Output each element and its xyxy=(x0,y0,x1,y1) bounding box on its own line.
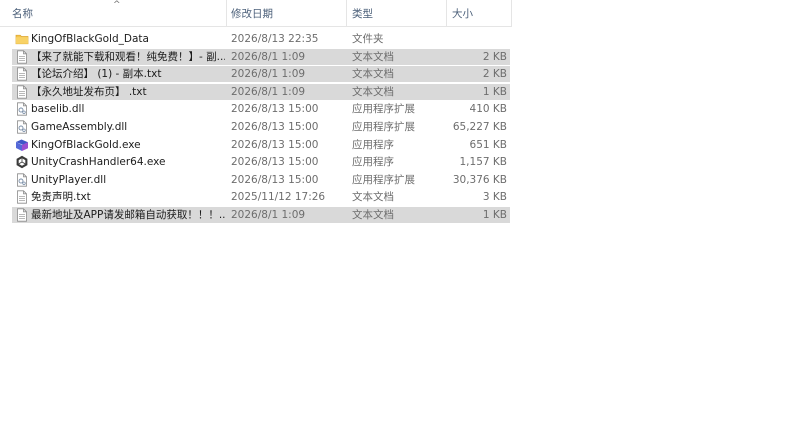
file-size: 3 KB xyxy=(482,191,507,204)
column-divider[interactable] xyxy=(226,0,227,26)
file-type: 应用程序扩展 xyxy=(352,121,415,133)
dll-file-icon xyxy=(15,173,29,187)
file-modified-date: 2026/8/1 1:09 xyxy=(231,209,306,221)
file-type: 文本文档 xyxy=(352,85,394,98)
file-row[interactable]: KingOfBlackGold_Data 2026/8/13 22:35 文件夹 xyxy=(12,31,510,47)
column-header-size[interactable]: 大小 xyxy=(452,0,510,26)
file-row[interactable]: UnityPlayer.dll 2026/8/13 15:00 应用程序扩展 30,3… xyxy=(12,172,510,188)
file-type: 文本文档 xyxy=(352,191,394,204)
dll-file-icon xyxy=(15,102,29,116)
file-size: 410 KB xyxy=(469,103,507,116)
text-file-icon xyxy=(15,190,29,204)
column-header-date[interactable]: 修改日期 xyxy=(231,0,346,26)
column-divider[interactable] xyxy=(511,0,512,26)
dll-file-icon xyxy=(15,120,29,134)
file-size: 1,157 KB xyxy=(459,156,508,169)
file-row[interactable]: 最新地址及APP请发邮箱自动获取！！！... 2026/8/1 1:09 文本文档 1… xyxy=(12,207,510,223)
file-size: 30,376 KB xyxy=(452,173,507,186)
file-name: 【来了就能下载和观看！纯免费！】- 副... xyxy=(31,50,225,63)
file-row[interactable]: baselib.dll 2026/8/13 15:00 应用程序扩展 410 KB xyxy=(12,101,510,117)
file-name: baselib.dll xyxy=(31,103,85,116)
text-file-icon xyxy=(15,208,29,222)
text-file-icon xyxy=(15,67,29,81)
file-type: 文本文档 xyxy=(352,209,394,221)
file-size: 2 KB xyxy=(482,50,507,63)
file-row[interactable]: 免责声明.txt 2025/11/12 17:26 文本文档 3 KB xyxy=(12,189,510,205)
column-header-type[interactable]: 类型 xyxy=(352,0,446,26)
file-type: 文件夹 xyxy=(352,33,384,45)
file-row[interactable]: KingOfBlackGold.exe 2026/8/13 15:00 应用程序 65… xyxy=(12,137,510,153)
file-name: UnityCrashHandler64.exe xyxy=(31,156,166,169)
unity-exe-icon xyxy=(15,155,29,169)
file-name: 免责声明.txt xyxy=(31,191,91,204)
file-name: 最新地址及APP请发邮箱自动获取！！！... xyxy=(31,209,225,221)
file-row[interactable]: UnityCrashHandler64.exe 2026/8/13 15:00 应用… xyxy=(12,154,510,170)
game-exe-icon xyxy=(15,138,29,152)
file-size: 1 KB xyxy=(482,85,507,98)
file-modified-date: 2026/8/1 1:09 xyxy=(231,68,306,81)
column-divider[interactable] xyxy=(346,0,347,26)
column-header-bar: ^ 名称 修改日期 类型 大小 xyxy=(0,0,512,27)
file-size: 1 KB xyxy=(482,209,507,221)
file-modified-date: 2026/8/13 15:00 xyxy=(231,121,319,133)
file-type: 应用程序 xyxy=(352,138,394,151)
file-type: 应用程序 xyxy=(352,156,394,169)
file-type: 文本文档 xyxy=(352,50,394,63)
file-row[interactable]: 【永久地址发布页】 .txt 2026/8/1 1:09 文本文档 1 KB xyxy=(12,83,510,100)
file-size: 65,227 KB xyxy=(452,121,507,133)
file-modified-date: 2026/8/1 1:09 xyxy=(231,85,306,98)
file-modified-date: 2026/8/1 1:09 xyxy=(231,50,306,63)
file-modified-date: 2025/11/12 17:26 xyxy=(231,191,326,204)
file-size: 651 KB xyxy=(469,138,507,151)
file-size: 2 KB xyxy=(482,68,507,81)
file-type: 应用程序扩展 xyxy=(352,103,415,116)
file-name: KingOfBlackGold.exe xyxy=(31,138,141,151)
file-name: UnityPlayer.dll xyxy=(31,173,107,186)
file-modified-date: 2026/8/13 15:00 xyxy=(231,173,319,186)
file-name: 【永久地址发布页】 .txt xyxy=(31,85,147,98)
file-row[interactable]: GameAssembly.dll 2026/8/13 15:00 应用程序扩展 65,… xyxy=(12,119,510,135)
file-row[interactable]: 【来了就能下载和观看！纯免费！】- 副... 2026/8/1 1:09 文本文档 2… xyxy=(12,48,510,65)
column-header-name[interactable]: 名称 xyxy=(12,0,226,26)
file-name: 【论坛介绍】 (1) - 副本.txt xyxy=(31,68,162,81)
file-modified-date: 2026/8/13 15:00 xyxy=(231,103,319,116)
file-name: GameAssembly.dll xyxy=(31,121,128,133)
file-type: 文本文档 xyxy=(352,68,394,81)
column-divider[interactable] xyxy=(446,0,447,26)
text-file-icon xyxy=(15,85,29,99)
file-modified-date: 2026/8/13 15:00 xyxy=(231,156,319,169)
text-file-icon xyxy=(15,50,29,64)
file-name: KingOfBlackGold_Data xyxy=(31,33,149,45)
file-type: 应用程序扩展 xyxy=(352,173,415,186)
file-row[interactable]: 【论坛介绍】 (1) - 副本.txt 2026/8/1 1:09 文本文档 2 KB xyxy=(12,66,510,83)
file-modified-date: 2026/8/13 22:35 xyxy=(231,33,319,45)
file-modified-date: 2026/8/13 15:00 xyxy=(231,138,319,151)
folder-icon xyxy=(15,32,29,46)
file-size xyxy=(452,31,507,47)
